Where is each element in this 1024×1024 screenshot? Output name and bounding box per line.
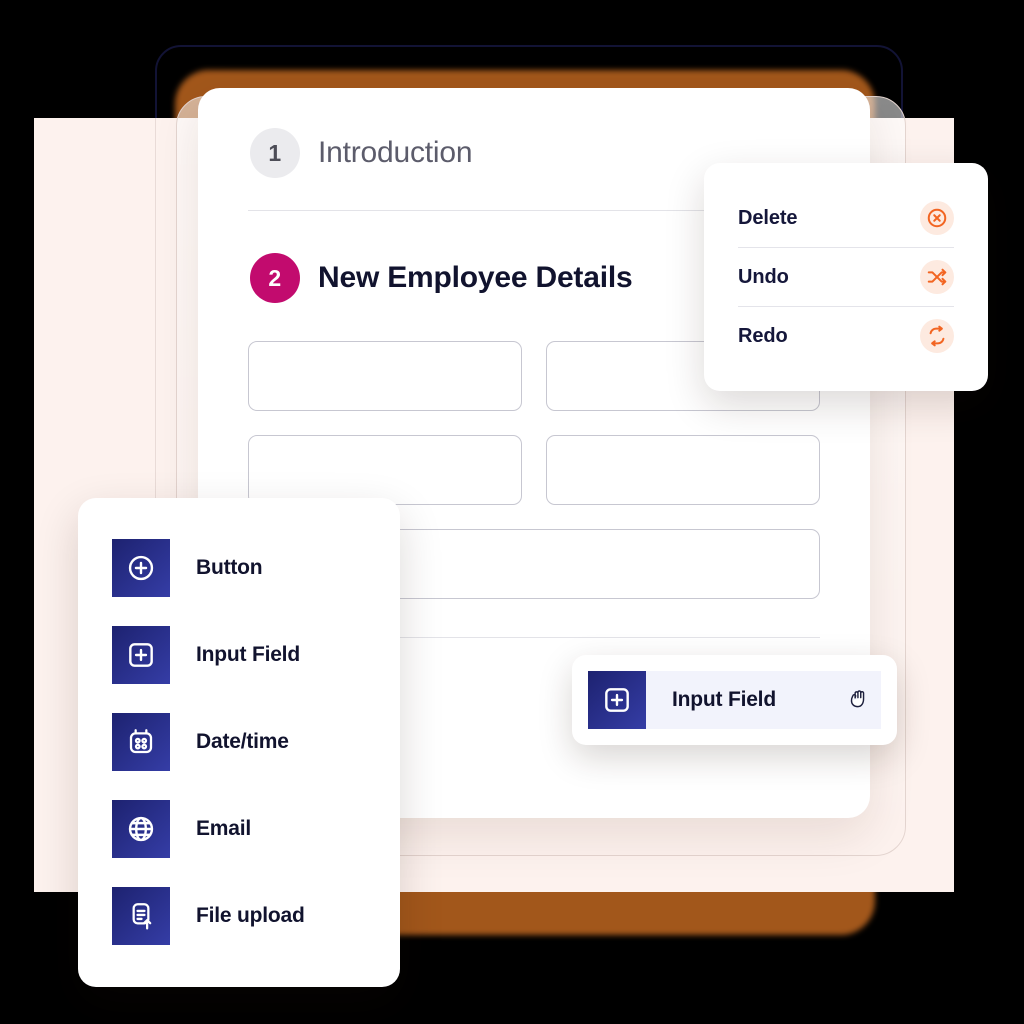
context-menu-label-undo: Undo (738, 265, 789, 288)
dragged-component-chip[interactable]: Input Field (572, 655, 897, 745)
palette-label-button: Button (196, 555, 263, 579)
form-input-4[interactable] (546, 435, 820, 505)
palette-item-date-time[interactable]: Date/time (78, 698, 400, 785)
step-badge-2: 2 (250, 253, 300, 303)
calendar-icon (112, 712, 170, 771)
palette-label-date-time: Date/time (196, 729, 289, 753)
palette-item-file-upload[interactable]: File upload (78, 872, 400, 959)
shuffle-arrows-icon[interactable] (920, 260, 954, 294)
screenshot-stage: 1 Introduction 2 New Employee Details De… (0, 0, 1024, 1024)
square-plus-icon (588, 671, 646, 729)
context-menu-item-undo[interactable]: Undo (704, 248, 988, 306)
palette-item-button[interactable]: Button (78, 524, 400, 611)
dragged-chip-label: Input Field (672, 688, 776, 711)
context-menu-label-delete: Delete (738, 206, 798, 229)
form-input-3[interactable] (248, 435, 522, 505)
grabbing-hand-cursor (845, 685, 875, 715)
step-title-2: New Employee Details (318, 261, 633, 294)
palette-label-email: Email (196, 816, 252, 840)
repeat-loop-icon[interactable] (920, 319, 954, 353)
circle-x-icon[interactable] (920, 201, 954, 235)
palette-item-email[interactable]: Email (78, 785, 400, 872)
document-upload-icon (112, 886, 170, 945)
form-input-1[interactable] (248, 341, 522, 411)
palette-item-input-field[interactable]: Input Field (78, 611, 400, 698)
context-menu-label-redo: Redo (738, 324, 788, 347)
globe-icon (112, 799, 170, 858)
context-menu: Delete Undo Redo (704, 163, 988, 391)
circle-plus-icon (112, 538, 170, 597)
context-menu-item-redo[interactable]: Redo (704, 307, 988, 365)
square-plus-icon (112, 625, 170, 684)
component-palette-panel: Button Input Field Date/time Email File … (78, 498, 400, 987)
step-title-1: Introduction (318, 136, 473, 169)
context-menu-item-delete[interactable]: Delete (704, 189, 988, 247)
palette-label-file-upload: File upload (196, 903, 305, 927)
palette-label-input-field: Input Field (196, 642, 300, 666)
dragged-chip-inner: Input Field (588, 671, 881, 729)
step-badge-1: 1 (250, 128, 300, 178)
